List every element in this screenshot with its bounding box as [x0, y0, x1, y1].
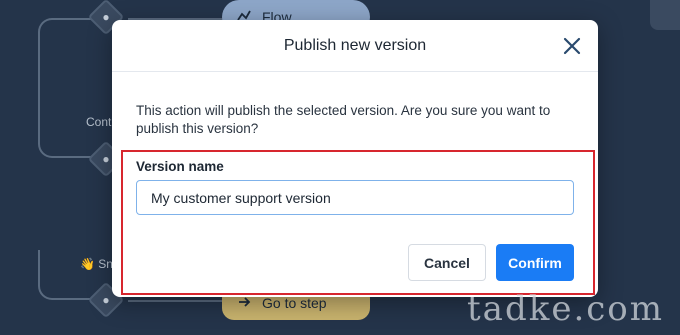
- close-icon: [563, 37, 581, 55]
- dialog-message: This action will publish the selected ve…: [136, 103, 551, 136]
- wave-emoji: 👋: [80, 257, 95, 271]
- close-button[interactable]: [560, 34, 584, 58]
- confirm-button[interactable]: Confirm: [496, 244, 574, 281]
- publish-version-dialog: Publish new version This action will pub…: [112, 20, 598, 297]
- version-name-label: Version name: [136, 159, 224, 174]
- version-name-input[interactable]: [136, 180, 574, 215]
- watermark: tadke.com: [467, 289, 664, 329]
- dialog-header: Publish new version: [112, 20, 598, 72]
- dialog-title: Publish new version: [283, 36, 427, 54]
- connector-line: [38, 18, 108, 158]
- node-label: Cont: [86, 115, 112, 129]
- canvas-corner-button[interactable]: [650, 0, 680, 30]
- node-label-text: Sn: [98, 257, 113, 271]
- connector-line: [128, 300, 224, 302]
- goto-step-label: Go to step: [262, 295, 327, 311]
- node-label: 👋 Sn: [80, 257, 113, 271]
- cancel-button[interactable]: Cancel: [408, 244, 486, 281]
